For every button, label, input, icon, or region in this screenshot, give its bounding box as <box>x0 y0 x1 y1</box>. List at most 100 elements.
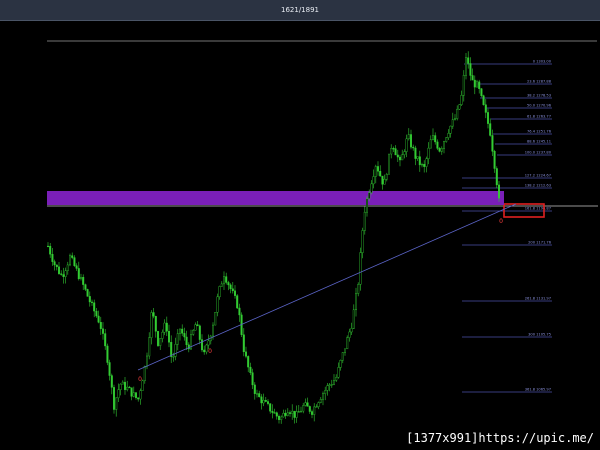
candle-body <box>88 296 91 303</box>
fib-level-label: 361.8 1065.97 <box>525 388 551 392</box>
candle-body <box>264 399 267 402</box>
candle-body <box>152 312 155 317</box>
candle-body <box>55 264 58 268</box>
candle-body <box>174 344 177 357</box>
swing-point-marker: 0 <box>138 376 142 383</box>
candle-body <box>291 410 294 414</box>
supply-zone <box>47 191 504 205</box>
candle-body <box>247 356 250 368</box>
fib-level-label: 261.8 1131.97 <box>525 297 551 301</box>
candle-body <box>471 75 474 81</box>
candle-body <box>456 108 459 119</box>
candle-body <box>328 384 331 386</box>
fibonacci-levels: 0 1303.00 23.6 1287.88 38.2 1278.53 50.0 12… <box>462 60 552 393</box>
candle-body <box>82 277 85 285</box>
candle-body <box>410 134 413 148</box>
candle-body <box>143 366 146 382</box>
candle-body <box>339 360 342 368</box>
candle-body <box>280 416 283 420</box>
candle-body <box>47 245 50 248</box>
candle-body <box>278 415 281 420</box>
candle-body <box>429 139 432 149</box>
candle-body <box>401 154 404 161</box>
candle-body <box>200 339 203 351</box>
candle-body <box>427 147 430 159</box>
candle-body <box>295 411 298 418</box>
fib-level-label: 161.8 1196.87 <box>525 207 551 211</box>
candle-body <box>438 148 441 152</box>
candle-body <box>267 401 270 404</box>
candle-body <box>480 88 483 96</box>
fib-level-label: 88.6 1245.11 <box>527 140 551 144</box>
candle-body <box>71 255 74 258</box>
swing-point-marker: 0 <box>208 348 212 355</box>
candle-body <box>390 148 393 155</box>
candle-body <box>489 123 492 136</box>
fib-level-label: 300 1105.75 <box>528 333 551 337</box>
candle-body <box>370 183 373 193</box>
candle-body <box>192 330 195 335</box>
ascending-trendline <box>137 203 517 371</box>
candle-body <box>454 118 457 120</box>
candle-body <box>374 166 377 177</box>
candle-body <box>300 410 303 413</box>
candle-body <box>403 151 406 155</box>
candle-body <box>117 389 120 399</box>
price-chart[interactable]: 0 1303.00 23.6 1287.88 38.2 1278.53 50.0 12… <box>0 0 600 450</box>
candle-body <box>308 406 311 412</box>
candle-body <box>392 148 395 150</box>
candle-body <box>148 337 151 357</box>
candle-body <box>491 135 494 152</box>
candle-body <box>363 211 366 231</box>
candle-body <box>394 148 397 156</box>
candle-body <box>58 266 61 274</box>
candle-body <box>434 135 437 143</box>
candle-body <box>335 377 338 381</box>
candle-body <box>233 290 236 296</box>
candle-body <box>467 57 470 64</box>
candle-body <box>293 410 296 418</box>
candle-body <box>231 288 234 292</box>
watermark-text: [1377x991]https://upic.me/ <box>406 431 594 445</box>
fib-level-label: 50.0 1270.96 <box>527 104 552 108</box>
candle-body <box>62 274 65 277</box>
candle-body <box>95 310 98 317</box>
swing-point-marker: 0 <box>499 218 503 225</box>
supply-zone-layer <box>47 191 504 205</box>
candle-body <box>476 81 479 88</box>
fib-level-label: 0 1303.00 <box>533 60 552 64</box>
candle-body <box>90 301 93 303</box>
candle-body <box>416 156 419 159</box>
candle-body <box>154 316 157 332</box>
fib-level-label: 38.2 1278.53 <box>527 94 551 98</box>
candle-body <box>198 325 201 340</box>
candle-body <box>262 399 265 404</box>
candle-body <box>66 264 69 271</box>
candle-body <box>227 282 230 286</box>
candle-body <box>97 315 100 323</box>
candle-body <box>249 366 252 373</box>
candle-body <box>443 141 446 149</box>
candle-body <box>348 331 351 338</box>
candle-body <box>271 410 274 413</box>
candle-body <box>106 345 109 363</box>
candle-body <box>306 402 309 407</box>
candle-body <box>315 406 318 408</box>
candle-body <box>53 261 56 266</box>
candle-body <box>381 175 384 185</box>
candle-body <box>211 324 214 337</box>
candle-body <box>355 293 358 311</box>
candle-body <box>159 338 162 346</box>
candle-body <box>284 412 287 416</box>
candle-body <box>282 412 285 418</box>
candle-body <box>462 75 465 96</box>
candle-body <box>110 375 113 388</box>
candle-body <box>218 286 221 298</box>
candle-body <box>137 397 140 400</box>
candle-body <box>104 333 107 347</box>
candles <box>47 51 501 424</box>
candle-body <box>379 171 382 177</box>
candle-body <box>440 148 443 152</box>
candle-body <box>275 412 278 417</box>
candle-body <box>286 412 289 416</box>
